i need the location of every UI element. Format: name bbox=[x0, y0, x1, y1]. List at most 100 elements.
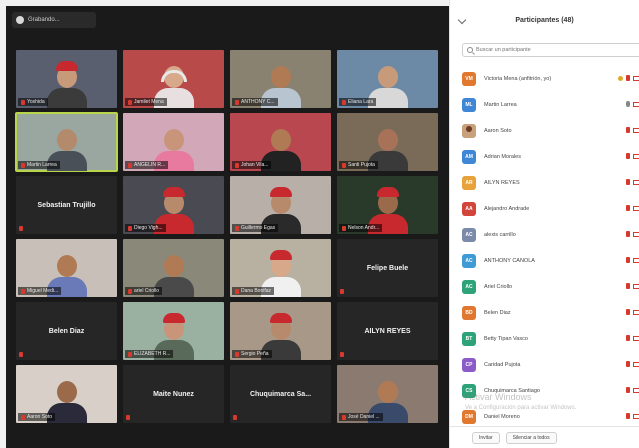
camera-off-icon[interactable] bbox=[633, 387, 639, 393]
mic-muted-icon[interactable] bbox=[626, 153, 630, 159]
camera-off-icon[interactable] bbox=[633, 413, 639, 419]
participant-video-tile[interactable]: ANGELIN R... bbox=[123, 113, 224, 171]
participant-video-tile[interactable]: Guillermo Egas bbox=[230, 176, 331, 234]
participant-row[interactable]: AA Alejandro Andrade bbox=[462, 196, 639, 222]
tile-name-text: Martin Larrea bbox=[27, 162, 57, 168]
participant-name: Ariel Criollo bbox=[484, 284, 513, 290]
participant-name: Daniel Moreno bbox=[484, 414, 520, 420]
camera-off-icon[interactable] bbox=[633, 75, 639, 81]
participant-name-tile[interactable]: Felipe Buele bbox=[337, 239, 438, 297]
camera-off-icon[interactable] bbox=[633, 283, 639, 289]
mic-muted-icon[interactable] bbox=[626, 283, 630, 289]
participant-name-tile[interactable]: Maite Nunez bbox=[123, 365, 224, 423]
participant-row[interactable]: ML Martin Larrea bbox=[462, 92, 639, 118]
mic-muted-icon[interactable] bbox=[626, 335, 630, 341]
mic-muted-icon bbox=[235, 99, 239, 105]
santa-hat-icon bbox=[376, 187, 399, 197]
participant-row[interactable]: AR AILYN REYES bbox=[462, 170, 639, 196]
santa-hat-icon bbox=[269, 313, 292, 323]
participant-video-tile[interactable]: Sergio Peña bbox=[230, 302, 331, 360]
mic-muted-icon[interactable] bbox=[626, 387, 630, 393]
participant-video-tile[interactable]: Aaron Soto bbox=[16, 365, 117, 423]
chevron-down-icon[interactable] bbox=[457, 15, 467, 25]
participant-video-tile[interactable]: Eliana Lara bbox=[337, 50, 438, 108]
participant-row[interactable]: Aaron Soto bbox=[462, 118, 639, 144]
avatar: BT bbox=[462, 332, 476, 346]
participant-status-icons bbox=[626, 101, 639, 107]
mic-muted-icon[interactable] bbox=[626, 257, 630, 263]
participant-row[interactable]: VM Victoria Mena (anfitrión, yo) bbox=[462, 66, 639, 92]
watermark-title: Activar Windows bbox=[465, 392, 532, 402]
tile-name-label: Nelson Andr... bbox=[339, 224, 383, 232]
participant-row[interactable]: CP Caridad Pujota bbox=[462, 352, 639, 378]
participant-status-icons bbox=[626, 257, 639, 263]
participant-video-tile[interactable]: Jamilet Mena bbox=[123, 50, 224, 108]
participant-video-tile[interactable]: Santi Pujota bbox=[337, 113, 438, 171]
camera-off-icon[interactable] bbox=[633, 361, 639, 367]
camera-off-icon[interactable] bbox=[633, 205, 639, 211]
mic-muted-icon[interactable] bbox=[626, 127, 630, 133]
avatar: AC bbox=[462, 254, 476, 268]
camera-off-icon[interactable] bbox=[633, 127, 639, 133]
zoom-meeting-window: Grabando... Yoshida Jamilet Mena ANTHONY C… bbox=[0, 0, 639, 448]
mic-muted-icon[interactable] bbox=[626, 75, 630, 81]
camera-off-icon[interactable] bbox=[633, 309, 639, 315]
recording-status[interactable]: Grabando... bbox=[12, 12, 96, 28]
camera-off-icon[interactable] bbox=[633, 179, 639, 185]
participant-video-tile[interactable]: Yoshida bbox=[16, 50, 117, 108]
mic-muted-icon[interactable] bbox=[626, 205, 630, 211]
tile-participant-name: Belen Diaz bbox=[48, 327, 85, 335]
participant-video-tile[interactable]: Johan Vila... bbox=[230, 113, 331, 171]
tile-name-text: ELIZABETH R... bbox=[134, 351, 171, 357]
participant-search[interactable] bbox=[462, 43, 639, 57]
search-input[interactable] bbox=[476, 47, 626, 53]
participant-name-tile[interactable]: Belen Diaz bbox=[16, 302, 117, 360]
windows-activation-watermark: Activar Windows Ve a Configuración para … bbox=[465, 392, 576, 414]
avatar: BD bbox=[462, 306, 476, 320]
tile-name-label: Eliana Lara bbox=[339, 98, 377, 106]
mic-muted-icon[interactable] bbox=[626, 361, 630, 367]
participant-video-tile[interactable]: ELIZABETH R... bbox=[123, 302, 224, 360]
mic-muted-icon bbox=[342, 414, 346, 420]
participant-row[interactable]: BT Betty Tipan Vasco bbox=[462, 326, 639, 352]
participant-video-tile[interactable]: ariel Criollo bbox=[123, 239, 224, 297]
camera-off-icon[interactable] bbox=[633, 257, 639, 263]
participant-name-tile[interactable]: Chuquimarca Sa... bbox=[230, 365, 331, 423]
participant-video-tile[interactable]: Diego Vigh... bbox=[123, 176, 224, 234]
participant-name-tile[interactable]: Sebastian Trujillo bbox=[16, 176, 117, 234]
participant-row[interactable]: AC alexis carrillo bbox=[462, 222, 639, 248]
participant-video-tile[interactable]: Nelson Andr... bbox=[337, 176, 438, 234]
tile-name-label: Dana Bonifaz bbox=[232, 287, 275, 295]
avatar bbox=[462, 124, 476, 138]
tile-name-label: ELIZABETH R... bbox=[125, 350, 174, 358]
tile-name-text: Yoshida bbox=[27, 99, 45, 105]
camera-off-icon[interactable] bbox=[633, 231, 639, 237]
camera-off-icon[interactable] bbox=[633, 335, 639, 341]
participant-status-icons bbox=[626, 387, 639, 393]
participant-video-tile[interactable]: Martin Larrea bbox=[15, 112, 118, 172]
mute-all-button[interactable]: Silenciar a todos bbox=[505, 431, 557, 444]
camera-off-icon[interactable] bbox=[633, 153, 639, 159]
camera-off-icon[interactable] bbox=[633, 101, 639, 107]
participant-row[interactable]: AC Ariel Criollo bbox=[462, 274, 639, 300]
participant-row[interactable]: BD Belen Diaz bbox=[462, 300, 639, 326]
participant-row[interactable]: AM Adrian Morales bbox=[462, 144, 639, 170]
santa-hat-icon bbox=[162, 313, 185, 323]
tile-name-text: Santi Pujota bbox=[348, 162, 375, 168]
mic-muted-icon[interactable] bbox=[626, 179, 630, 185]
mic-muted-icon[interactable] bbox=[626, 413, 630, 419]
invite-button[interactable]: Invitar bbox=[472, 431, 500, 444]
mic-muted-icon bbox=[340, 352, 344, 357]
mic-muted-icon[interactable] bbox=[626, 231, 630, 237]
participant-row[interactable]: AC ANTHONY CAÑOLA bbox=[462, 248, 639, 274]
participant-video-tile[interactable]: José Daniel ... bbox=[337, 365, 438, 423]
participant-video-tile[interactable]: Miguel Medi... bbox=[16, 239, 117, 297]
mic-muted-icon[interactable] bbox=[626, 309, 630, 315]
participant-video-tile[interactable]: ANTHONY C... bbox=[230, 50, 331, 108]
santa-hat-icon bbox=[269, 187, 292, 197]
mic-on-icon[interactable] bbox=[626, 101, 630, 107]
participant-video-tile[interactable]: Dana Bonifaz bbox=[230, 239, 331, 297]
participant-status-icons bbox=[626, 283, 639, 289]
tile-name-label: Johan Vila... bbox=[232, 161, 272, 169]
participant-name-tile[interactable]: AILYN REYES bbox=[337, 302, 438, 360]
